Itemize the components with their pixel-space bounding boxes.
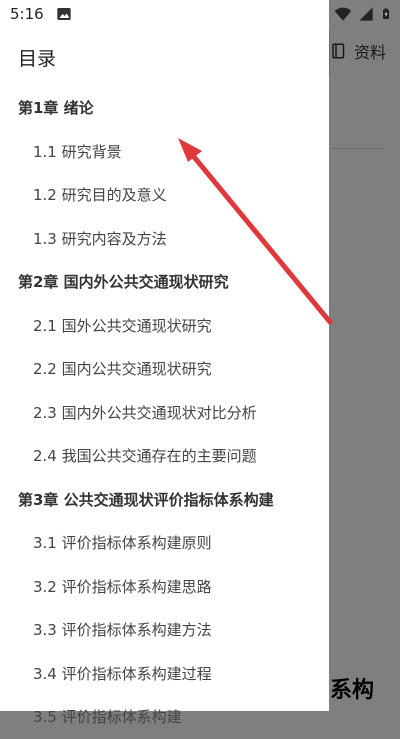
toc-drawer: 目录 第1章 绪论 1.1 研究背景 1.2 研究目的及意义 1.3 研究内容及方法第…	[0, 0, 329, 726]
toc-item-label: 3.1 评价指标体系构建原则	[33, 534, 212, 553]
toc-item-label: 2.1 国外公共交通现状研究	[33, 316, 212, 335]
toc-item-label: 3.5 评价指标体系构建	[33, 708, 182, 727]
toc-section-item[interactable]: 1.3 研究内容及方法	[0, 217, 329, 261]
battery-icon	[380, 5, 392, 23]
toc-item-label: 3.2 评价指标体系构建思路	[33, 577, 212, 596]
toc-item-label: 第3章 公共交通现状评价指标体系构建	[18, 490, 274, 509]
toc-section-item[interactable]: 2.2 国内公共交通现状研究	[0, 347, 329, 391]
toc-item-label: 2.2 国内公共交通现状研究	[33, 360, 212, 379]
toc-chapter-item[interactable]: 第3章 公共交通现状评价指标体系构建	[0, 478, 329, 522]
toc-item-label: 2.3 国内外公共交通现状对比分析	[33, 403, 257, 422]
toc-list: 第1章 绪论 1.1 研究背景 1.2 研究目的及意义 1.3 研究内容及方法第2章 …	[0, 86, 329, 739]
toc-chapter-item[interactable]: 第1章 绪论	[0, 86, 329, 130]
toc-section-item[interactable]: 3.2 评价指标体系构建思路	[0, 565, 329, 609]
toc-section-item[interactable]: 2.1 国外公共交通现状研究	[0, 304, 329, 348]
toc-item-label: 1.1 研究背景	[33, 142, 122, 161]
toc-item-label: 1.2 研究目的及意义	[33, 186, 167, 205]
toc-item-label: 第2章 国内外公共交通现状研究	[18, 273, 229, 292]
toc-item-label: 2.4 我国公共交通存在的主要问题	[33, 447, 257, 466]
image-notification-icon	[56, 6, 72, 22]
toc-section-item[interactable]: 2.4 我国公共交通存在的主要问题	[0, 434, 329, 478]
toc-item-label: 3.3 评价指标体系构建方法	[33, 621, 212, 640]
toc-section-item[interactable]: 3.4 评价指标体系构建过程	[0, 652, 329, 696]
toc-section-item[interactable]: 1.1 研究背景	[0, 130, 329, 174]
status-time: 5:16	[10, 5, 44, 23]
toc-section-item[interactable]: 3.3 评价指标体系构建方法	[0, 608, 329, 652]
toc-section-item[interactable]: 3.5 评价指标体系构建	[0, 695, 329, 739]
status-bar: 5:16	[0, 0, 400, 28]
toc-section-item[interactable]: 2.3 国内外公共交通现状对比分析	[0, 391, 329, 435]
wifi-icon	[334, 5, 352, 23]
toc-item-label: 第1章 绪论	[18, 99, 94, 118]
signal-icon	[358, 6, 374, 22]
toc-section-item[interactable]: 3.1 评价指标体系构建原则	[0, 521, 329, 565]
toc-item-label: 1.3 研究内容及方法	[33, 229, 167, 248]
drawer-title: 目录	[18, 48, 57, 70]
toc-section-item[interactable]: 1.2 研究目的及意义	[0, 173, 329, 217]
toc-chapter-item[interactable]: 第2章 国内外公共交通现状研究	[0, 260, 329, 304]
toc-item-label: 3.4 评价指标体系构建过程	[33, 664, 212, 683]
